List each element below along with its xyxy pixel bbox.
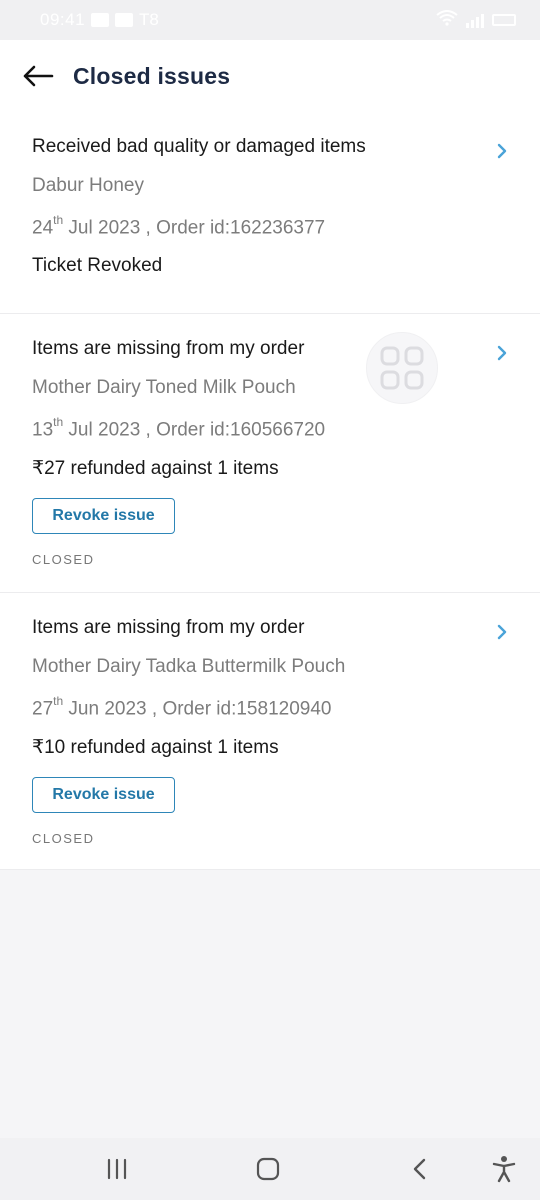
home-button[interactable] bbox=[243, 1138, 293, 1200]
status-time: 09:41 bbox=[40, 10, 86, 29]
revoke-issue-button[interactable]: Revoke issue bbox=[32, 777, 175, 813]
order-date-id: Jul 2023 , Order id:162236377 bbox=[63, 217, 326, 239]
product-name: Mother Dairy Toned Milk Pouch bbox=[32, 377, 296, 398]
product-name: Mother Dairy Tadka Buttermilk Pouch bbox=[32, 656, 346, 677]
order-meta: 27th Jun 2023 , Order id:158120940 bbox=[32, 694, 332, 720]
accessibility-icon bbox=[492, 1156, 516, 1183]
back-button[interactable] bbox=[18, 56, 58, 96]
nav-back-button[interactable] bbox=[395, 1138, 445, 1200]
refund-text: ₹27 refunded against 1 items bbox=[32, 458, 279, 479]
status-right bbox=[436, 9, 516, 31]
issue-card[interactable]: Items are missing from my order Mother D… bbox=[0, 593, 540, 870]
chevron-right-icon[interactable] bbox=[492, 141, 512, 161]
back-icon bbox=[413, 1158, 426, 1180]
grid-icon bbox=[380, 346, 424, 390]
issue-status-text: Ticket Revoked bbox=[32, 255, 163, 276]
order-date-id: Jun 2023 , Order id:158120940 bbox=[63, 698, 332, 720]
issue-title: Received bad quality or damaged items bbox=[32, 136, 366, 157]
order-day-suffix: th bbox=[53, 415, 64, 429]
status-network: T8 bbox=[139, 10, 159, 29]
home-icon bbox=[256, 1157, 280, 1181]
issue-list: Received bad quality or damaged items Da… bbox=[0, 112, 540, 870]
revoke-issue-button[interactable]: Revoke issue bbox=[32, 498, 175, 534]
status-left: 09:41 T8 bbox=[40, 10, 159, 30]
issue-title: Items are missing from my order bbox=[32, 617, 305, 638]
recents-icon bbox=[107, 1158, 127, 1180]
order-day: 13 bbox=[32, 419, 54, 441]
order-meta: 13th Jul 2023 , Order id:160566720 bbox=[32, 415, 326, 441]
issue-card[interactable]: Items are missing from my order Mother D… bbox=[0, 314, 540, 593]
issue-card[interactable]: Received bad quality or damaged items Da… bbox=[0, 112, 540, 314]
floating-menu-button[interactable] bbox=[366, 332, 438, 404]
order-day-suffix: th bbox=[53, 213, 64, 227]
wifi-icon bbox=[436, 9, 458, 31]
battery-icon bbox=[492, 14, 516, 26]
order-date-id: Jul 2023 , Order id:160566720 bbox=[63, 419, 326, 441]
system-nav-bar bbox=[0, 1138, 540, 1200]
refund-text: ₹10 refunded against 1 items bbox=[32, 737, 279, 758]
notification-icon bbox=[91, 13, 110, 27]
recents-button[interactable] bbox=[92, 1138, 142, 1200]
order-day: 24 bbox=[32, 217, 54, 239]
closed-status-label: CLOSED bbox=[32, 552, 95, 567]
product-name: Dabur Honey bbox=[32, 175, 144, 196]
order-day: 27 bbox=[32, 698, 54, 720]
arrow-left-icon bbox=[23, 65, 54, 87]
status-bar: 09:41 T8 bbox=[0, 0, 540, 40]
order-day-suffix: th bbox=[53, 694, 64, 708]
page-title: Closed issues bbox=[73, 62, 231, 89]
issue-title: Items are missing from my order bbox=[32, 338, 305, 359]
accessibility-button[interactable] bbox=[479, 1138, 529, 1200]
chevron-right-icon[interactable] bbox=[492, 343, 512, 363]
app-header: Closed issues bbox=[0, 40, 540, 112]
notification-icon bbox=[115, 13, 134, 27]
signal-icon bbox=[466, 12, 484, 28]
closed-status-label: CLOSED bbox=[32, 831, 95, 846]
order-meta: 24th Jul 2023 , Order id:162236377 bbox=[32, 213, 326, 239]
chevron-right-icon[interactable] bbox=[492, 622, 512, 642]
